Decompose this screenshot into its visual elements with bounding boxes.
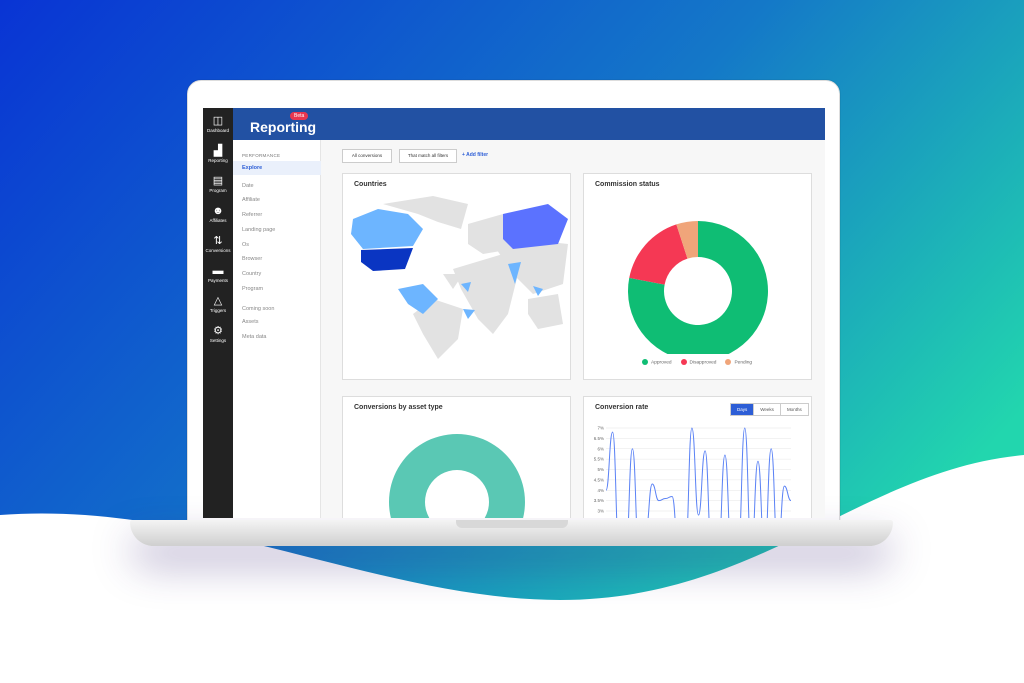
y-tick-label: 5% (597, 467, 604, 472)
nav-item-os[interactable]: Os (242, 242, 249, 248)
sidebar-item-program[interactable]: ▤ Program (203, 174, 233, 193)
y-tick-label: 7% (597, 426, 604, 431)
nav-item-referrer[interactable]: Referrer (242, 212, 262, 218)
map-australia (528, 294, 563, 329)
asset-type-card: Conversions by asset type (342, 396, 571, 518)
section-label: PERFORMANCE (242, 153, 281, 158)
y-tick-label: 5.5% (594, 457, 604, 462)
conversions-filter[interactable]: All conversions (342, 149, 392, 163)
settings-icon: ⚙ (213, 325, 223, 337)
sidebar-item-label: Program (209, 188, 227, 193)
sidebar-item-dashboard[interactable]: ◫ Dashboard (203, 114, 233, 133)
app-screen: ◫ Dashboard ▟ Reporting ▤ Program ☻ Affiliates ⇅… (203, 108, 825, 518)
nav-item-assets[interactable]: Assets (242, 319, 259, 325)
legend-pending: Pending (725, 359, 752, 365)
sidebar-item-label: Triggers (209, 308, 227, 313)
beta-badge: Beta (290, 112, 309, 120)
payments-icon: ▬ (212, 265, 224, 277)
sidebar-item-settings[interactable]: ⚙ Settings (203, 324, 233, 343)
nav-item-browser[interactable]: Browser (242, 256, 262, 262)
page-title: Reporting (250, 119, 317, 135)
header: Reporting Beta (233, 108, 825, 140)
program-icon: ▤ (212, 175, 224, 187)
sidebar-item-reporting[interactable]: ▟ Reporting (203, 144, 233, 163)
nav-item-meta-data[interactable]: Meta data (242, 334, 266, 340)
conversion-rate-card: Conversion rate Days Weeks Months 7% 6.5%… (583, 396, 812, 518)
y-tick-label: 6.5% (594, 436, 604, 441)
nav-item-country[interactable]: Country (242, 271, 261, 277)
match-filter[interactable]: That match all filters (399, 149, 457, 163)
map-south-africa (463, 309, 475, 319)
y-tick-label: 4.5% (594, 477, 604, 482)
laptop-notch (456, 520, 568, 528)
y-tick-label: 3% (597, 509, 604, 514)
conversion-line-chart: 7% 6.5% 6% 5.5% 5% 4.5% 4% 3.5% 3% (594, 426, 792, 518)
y-tick-label: 4% (597, 488, 604, 493)
sidebar-item-label: Reporting (208, 158, 228, 163)
sidebar-item-label: Settings (209, 338, 227, 343)
map-russia (503, 204, 568, 249)
conversions-icon: ⇅ (213, 235, 223, 247)
legend-disapproved: Disapproved (680, 359, 716, 365)
coming-soon-label: Coming soon (242, 306, 275, 312)
commission-donut (628, 221, 768, 354)
report-nav: PERFORMANCE Explore Date Affiliate Referrer… (233, 140, 321, 518)
asset-donut (389, 434, 525, 518)
nav-item-program[interactable]: Program (242, 286, 263, 292)
world-map (351, 196, 568, 359)
legend-approved: Approved (642, 359, 672, 365)
add-filter-button[interactable]: + Add filter (462, 152, 488, 158)
commission-status-card: Commission status Approved Disapproved P… (583, 173, 812, 380)
nav-item-date[interactable]: Date (242, 183, 254, 189)
sidebar-item-payments[interactable]: ▬ Payments (203, 264, 233, 283)
map-usa (361, 248, 413, 271)
nav-item-affiliate[interactable]: Affiliate (242, 197, 260, 203)
reporting-icon: ▟ (213, 145, 223, 157)
dashboard-icon: ◫ (212, 115, 224, 127)
sidebar-item-affiliates[interactable]: ☻ Affiliates (203, 204, 233, 223)
sidebar: ◫ Dashboard ▟ Reporting ▤ Program ☻ Affiliates ⇅… (203, 108, 233, 518)
sidebar-item-label: Payments (207, 278, 228, 283)
sidebar-item-triggers[interactable]: △ Triggers (203, 294, 233, 313)
affiliates-icon: ☻ (212, 205, 224, 217)
sidebar-item-conversions[interactable]: ⇅ Conversions (203, 234, 233, 253)
sidebar-item-label: Dashboard (206, 128, 229, 133)
slice-disapproved (629, 224, 688, 285)
chart-legend: Approved Disapproved Pending (642, 359, 752, 365)
sidebar-item-label: Conversions (205, 248, 231, 253)
conversion-rate-line (605, 427, 792, 518)
triggers-icon: △ (213, 295, 223, 307)
map-canada (351, 209, 423, 249)
nav-item-landing-page[interactable]: Landing page (242, 227, 275, 233)
sidebar-item-label: Affiliates (209, 218, 227, 223)
y-tick-label: 3.5% (594, 498, 604, 503)
slice-approved (628, 221, 768, 354)
countries-card: Countries (342, 173, 571, 380)
nav-item-explore[interactable]: Explore (233, 161, 321, 175)
y-tick-label: 6% (597, 446, 604, 451)
slice-asset (389, 434, 525, 518)
